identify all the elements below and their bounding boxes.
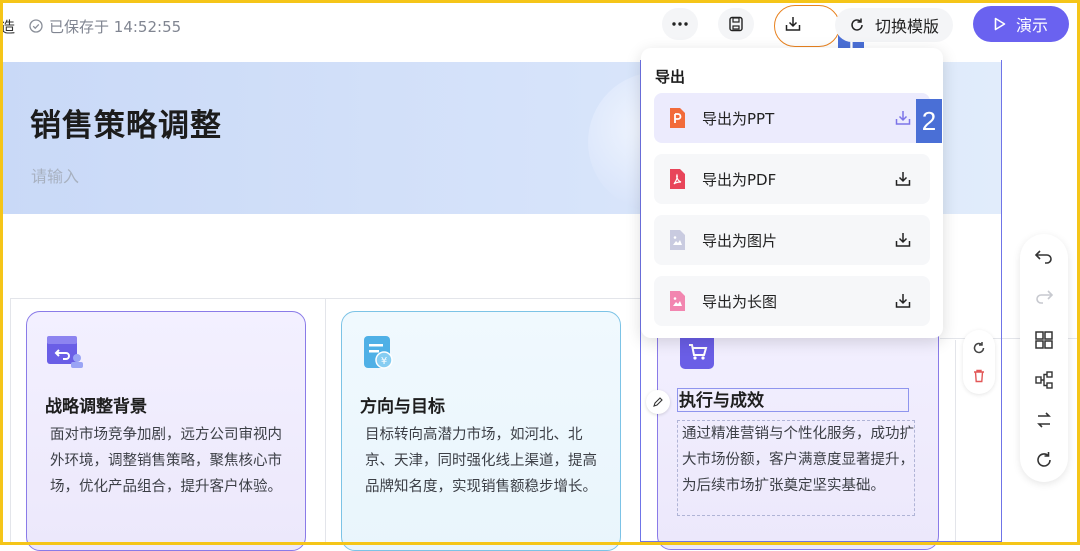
export-dropdown: 导出 导出为PPT 导出为PDF 导出为图片 导出为长图 bbox=[641, 48, 943, 338]
card-body-editing[interactable]: 通过精准营销与个性化服务，成功扩大市场份额，客户满意度显著提升，为后续市场扩张奠… bbox=[677, 420, 915, 516]
present-label: 演示 bbox=[1015, 16, 1048, 35]
svg-text:¥: ¥ bbox=[381, 356, 387, 367]
rotate-icon[interactable] bbox=[1034, 450, 1054, 470]
document-yuan-icon: ¥ bbox=[360, 334, 396, 370]
subtitle-input[interactable]: 请输入 bbox=[31, 163, 79, 187]
export-button[interactable] bbox=[774, 8, 812, 40]
refresh-icon[interactable] bbox=[971, 340, 987, 356]
flow-chart-icon[interactable] bbox=[1034, 370, 1054, 390]
edit-pen-button[interactable] bbox=[646, 390, 670, 414]
swap-icon[interactable] bbox=[1034, 410, 1054, 430]
pen-icon bbox=[653, 397, 663, 407]
play-icon bbox=[994, 17, 1006, 31]
card-strategy-background[interactable]: 战略调整背景 面对市场竞争加剧，远方公司审视内外环境，调整销售策略，聚焦核心市场… bbox=[26, 311, 306, 551]
grid-line bbox=[325, 298, 326, 545]
card-title[interactable]: 战略调整背景 bbox=[45, 392, 147, 417]
box-return-icon bbox=[45, 334, 83, 370]
step-badge-2: 2 bbox=[916, 99, 942, 143]
title-fragment: 造 bbox=[0, 17, 16, 36]
download-icon[interactable] bbox=[894, 170, 912, 188]
switch-template-button[interactable]: 切换模版 bbox=[835, 8, 953, 42]
card-title-editing[interactable]: 执行与成效 bbox=[677, 388, 909, 412]
redo-icon[interactable] bbox=[1034, 286, 1054, 306]
long-image-file-icon bbox=[670, 291, 685, 311]
more-button[interactable] bbox=[662, 8, 698, 40]
export-image-label: 导出为图片 bbox=[702, 231, 778, 250]
save-button[interactable] bbox=[718, 8, 754, 40]
download-icon[interactable] bbox=[894, 292, 912, 310]
right-toolbar bbox=[1020, 234, 1068, 482]
download-icon bbox=[785, 17, 801, 31]
save-status: 造 已保存于 14:52:55 bbox=[0, 10, 181, 42]
export-ppt-label: 导出为PPT bbox=[702, 109, 775, 128]
export-pdf-label: 导出为PDF bbox=[702, 170, 777, 189]
undo-icon[interactable] bbox=[1034, 246, 1054, 266]
card-direction-goals[interactable]: ¥ 方向与目标 目标转向高潜力市场，如河北、北京、天津，同时强化线上渠道，提高品… bbox=[341, 311, 621, 551]
save-icon bbox=[729, 16, 743, 32]
card-body[interactable]: 目标转向高潜力市场，如河北、北京、天津，同时强化线上渠道，提高品牌知名度，实现销… bbox=[365, 422, 605, 500]
export-image-item[interactable]: 导出为图片 bbox=[654, 215, 930, 265]
card-body[interactable]: 面对市场竞争加剧，远方公司审视内外环境，调整销售策略，聚焦核心市场，优化产品组合… bbox=[50, 422, 290, 500]
image-file-icon bbox=[670, 230, 685, 250]
switch-template-label: 切换模版 bbox=[875, 17, 940, 36]
pdf-file-icon bbox=[670, 169, 685, 189]
layout-icon[interactable] bbox=[1034, 330, 1054, 350]
download-icon[interactable] bbox=[894, 231, 912, 249]
more-dots-icon bbox=[672, 22, 688, 26]
export-ppt-item[interactable]: 导出为PPT bbox=[654, 93, 930, 143]
ppt-file-icon bbox=[670, 108, 685, 128]
card-title[interactable]: 方向与目标 bbox=[360, 392, 445, 417]
dropdown-title: 导出 bbox=[655, 68, 686, 86]
sync-icon bbox=[851, 18, 863, 31]
export-pdf-item[interactable]: 导出为PDF bbox=[654, 154, 930, 204]
grid-line bbox=[955, 340, 956, 545]
export-long-image-label: 导出为长图 bbox=[702, 292, 778, 311]
trash-icon[interactable] bbox=[971, 368, 987, 384]
export-long-image-item[interactable]: 导出为长图 bbox=[654, 276, 930, 326]
save-status-text: 已保存于 14:52:55 bbox=[49, 17, 182, 36]
check-circle-icon bbox=[29, 19, 43, 33]
card-action-toolbar bbox=[963, 330, 995, 394]
page-title[interactable]: 销售策略调整 bbox=[30, 100, 222, 145]
grid-line bbox=[10, 298, 11, 545]
present-button[interactable]: 演示 bbox=[973, 6, 1069, 42]
download-icon[interactable] bbox=[894, 109, 912, 127]
